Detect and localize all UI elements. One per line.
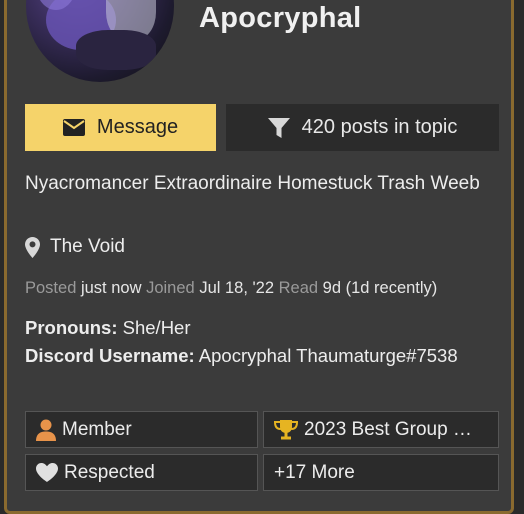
location-text: The Void — [50, 236, 125, 257]
field-value: She/Her — [122, 317, 191, 338]
badge-label: Respected — [64, 461, 155, 483]
field-discord-username: Discord Username: Apocryphal Thaumaturge… — [25, 342, 495, 370]
more-badges-label: +17 More — [274, 461, 355, 483]
heart-icon — [36, 462, 58, 482]
posted-label: Posted — [25, 279, 77, 297]
badge-label: Member — [62, 418, 132, 440]
badge-member[interactable]: Member — [25, 411, 258, 448]
map-pin-icon — [25, 236, 40, 258]
badge-best-group[interactable]: 2023 Best Group … — [263, 411, 499, 448]
posts-in-topic-label: 420 posts in topic — [301, 116, 458, 138]
posts-in-topic-button[interactable]: 420 posts in topic — [226, 104, 499, 151]
joined-value: Jul 18, '22 — [199, 279, 275, 297]
more-badges-button[interactable]: +17 More — [263, 454, 499, 491]
badge-label: 2023 Best Group … — [304, 418, 472, 440]
user-fields: Pronouns: She/Her Discord Username: Apoc… — [25, 314, 495, 370]
badge-respected[interactable]: Respected — [25, 454, 258, 491]
user-icon — [36, 419, 56, 441]
posted-value: just now — [80, 279, 142, 297]
message-button[interactable]: Message — [25, 104, 216, 151]
filter-icon — [267, 117, 290, 138]
user-title: Nyacromancer Extraordinaire Homestuck Tr… — [25, 173, 480, 194]
joined-label: Joined — [146, 279, 195, 297]
user-activity-meta: Posted just now Joined Jul 18, '22 Read … — [25, 279, 437, 298]
envelope-icon — [62, 119, 85, 136]
message-button-label: Message — [96, 116, 179, 138]
field-pronouns: Pronouns: She/Her — [25, 314, 495, 342]
trophy-icon — [274, 420, 298, 440]
field-label: Discord Username: — [25, 345, 195, 366]
field-label: Pronouns: — [25, 317, 118, 338]
username[interactable]: Apocryphal — [199, 2, 362, 35]
user-location: The Void — [25, 236, 125, 258]
read-label: Read — [278, 279, 319, 297]
read-value: 9d (1d recently) — [322, 279, 438, 297]
field-value: Apocryphal Thaumaturge#7538 — [198, 345, 458, 366]
